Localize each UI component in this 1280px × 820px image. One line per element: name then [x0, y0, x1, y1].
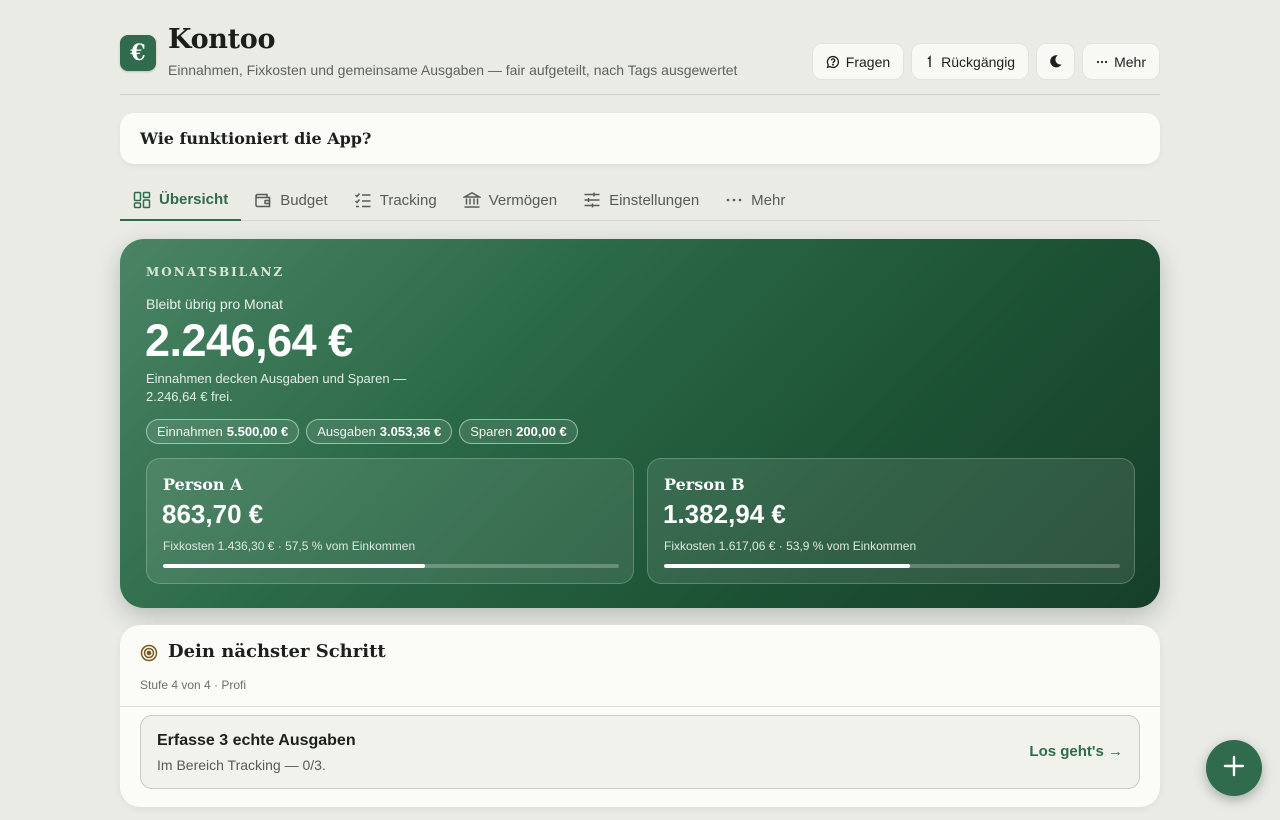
app-container: € Kontoo Einnahmen, Fixkosten und gemein…: [120, 0, 1160, 807]
task-subtitle: Im Bereich Tracking — 0/3.: [157, 757, 326, 773]
balance-value: 2.246,64 €: [145, 315, 353, 366]
person-progress-bar: [664, 564, 1120, 568]
next-step-card: Dein nächster Schritt Stufe 4 von 4 · Pr…: [120, 625, 1160, 807]
person-fixed-costs: Fixkosten 1.617,06 € · 53,9 % vom Einkom…: [664, 539, 917, 553]
next-step-title: Dein nächster Schritt: [168, 641, 386, 662]
person-a-card: Person A 863,70 € Fixkosten 1.436,30 € ·…: [146, 458, 634, 584]
undo-icon: [925, 54, 935, 69]
person-name: Person A: [163, 475, 243, 494]
plus-icon: [1222, 754, 1246, 783]
moon-icon: [1048, 54, 1063, 69]
dark-mode-toggle[interactable]: [1036, 43, 1076, 80]
undo-button-label: Rückgängig: [941, 53, 1016, 70]
pill-value: 5.500,00 €: [226, 424, 289, 439]
start-task-link[interactable]: Los geht's →: [1029, 743, 1123, 760]
dashboard-icon: [133, 191, 151, 209]
more-menu-button[interactable]: Mehr: [1082, 43, 1160, 80]
task-title: Erfasse 3 echte Ausgaben: [157, 732, 356, 749]
progress-fill: [163, 564, 426, 568]
balance-description: Einnahmen decken Ausgaben und Sparen — 2…: [146, 371, 407, 404]
tab-label: Budget: [280, 191, 328, 209]
undo-button[interactable]: Rückgängig: [911, 43, 1030, 80]
more-dots-icon: [1096, 60, 1108, 64]
next-step-level: Stufe 4 von 4 · Profi: [140, 678, 247, 692]
balance-kicker: MONATSBILANZ: [146, 265, 285, 279]
pill-value: 3.053,36 €: [379, 424, 442, 439]
target-icon: [140, 644, 158, 667]
expenses-pill: Ausgaben 3.053,36 €: [306, 419, 453, 444]
balance-label: Bleibt übrig pro Monat: [146, 296, 283, 312]
person-progress-bar: [163, 564, 619, 568]
bank-icon: [462, 191, 481, 209]
question-bubble-icon: [826, 55, 840, 69]
wallet-icon: [254, 191, 272, 209]
add-entry-button[interactable]: [1206, 740, 1262, 796]
person-remaining: 1.382,94 €: [663, 499, 786, 529]
tab-label: Mehr: [751, 191, 786, 209]
header-actions: Fragen Rückgängig Mehr: [811, 43, 1160, 80]
tab-label: Übersicht: [159, 191, 229, 208]
help-faq-card[interactable]: Wie funktioniert die App?: [120, 113, 1160, 164]
person-fixed-costs: Fixkosten 1.436,30 € · 57,5 % vom Einkom…: [163, 539, 416, 553]
tab-overview[interactable]: Übersicht: [120, 180, 242, 221]
checklist-icon: [354, 191, 372, 209]
pill-label: Ausgaben: [317, 424, 376, 439]
pill-label: Einnahmen: [157, 424, 223, 439]
ask-button-label: Fragen: [845, 53, 891, 70]
monthly-balance-card: MONATSBILANZ Bleibt übrig pro Monat 2.24…: [120, 239, 1160, 608]
tab-wealth[interactable]: Vermögen: [450, 180, 570, 220]
tab-tracking[interactable]: Tracking: [341, 180, 450, 220]
income-pill: Einnahmen 5.500,00 €: [146, 419, 300, 444]
app-title: Kontoo: [168, 24, 276, 55]
more-dots-icon: [725, 191, 743, 209]
person-remaining: 863,70 €: [162, 499, 264, 529]
tab-budget[interactable]: Budget: [241, 180, 341, 220]
divider: [120, 706, 1160, 707]
pill-label: Sparen: [470, 424, 513, 439]
tab-more[interactable]: Mehr: [712, 180, 798, 220]
savings-pill: Sparen 200,00 €: [459, 419, 578, 444]
app-header: € Kontoo Einnahmen, Fixkosten und gemein…: [120, 0, 1160, 95]
tab-settings[interactable]: Einstellungen: [570, 180, 712, 220]
progress-fill: [664, 564, 910, 568]
tab-label: Einstellungen: [609, 191, 700, 209]
task-card[interactable]: Erfasse 3 echte Ausgaben Im Bereich Trac…: [140, 715, 1140, 789]
euro-logo-icon: €: [120, 35, 156, 71]
more-button-label: Mehr: [1114, 53, 1146, 70]
tab-label: Tracking: [379, 191, 437, 209]
tab-label: Vermögen: [488, 191, 558, 209]
ask-button[interactable]: Fragen: [811, 43, 905, 80]
pill-value: 200,00 €: [516, 424, 567, 439]
main-tabs: Übersicht Budget Tracking Vermögen Einst…: [120, 180, 1160, 221]
balance-pills: Einnahmen 5.500,00 € Ausgaben 3.053,36 €…: [146, 419, 578, 444]
app-subtitle: Einnahmen, Fixkosten und gemeinsame Ausg…: [168, 62, 738, 78]
sliders-icon: [583, 191, 601, 209]
person-b-card: Person B 1.382,94 € Fixkosten 1.617,06 €…: [647, 458, 1135, 584]
person-name: Person B: [664, 475, 745, 494]
